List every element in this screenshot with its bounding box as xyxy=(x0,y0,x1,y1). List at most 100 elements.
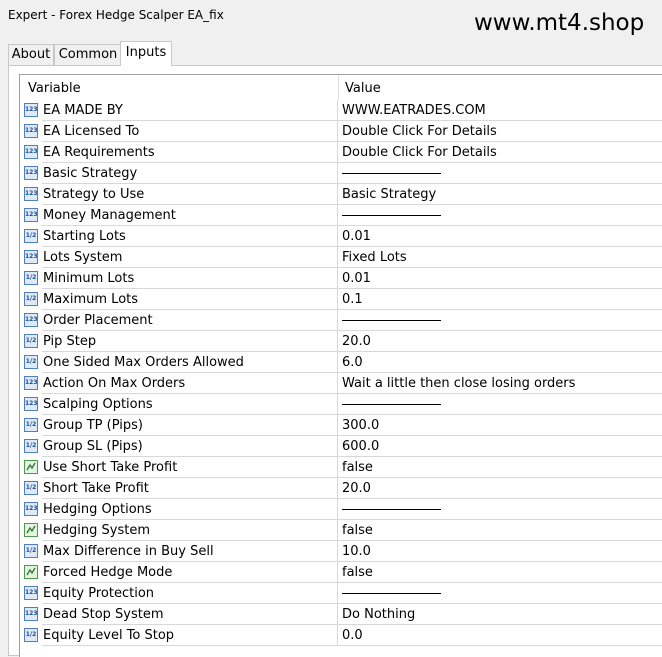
input-row[interactable]: Forced Hedge Mode false xyxy=(20,562,662,583)
input-row[interactable]: Strategy to UseBasic Strategy xyxy=(20,184,662,205)
input-row[interactable]: Equity Level To Stop0.0 xyxy=(20,625,662,646)
column-divider[interactable] xyxy=(338,75,339,100)
input-row[interactable]: Money Management xyxy=(20,205,662,226)
input-value[interactable]: 0.01 xyxy=(338,226,662,247)
double-type-icon xyxy=(24,292,38,306)
input-variable-name: Equity Protection xyxy=(42,583,338,604)
tab-about[interactable]: About xyxy=(8,44,54,65)
input-value[interactable]: Fixed Lots xyxy=(338,247,662,268)
integer-type-icon xyxy=(24,376,38,390)
input-value[interactable]: Double Click For Details xyxy=(338,142,662,163)
input-row[interactable]: EA Licensed ToDouble Click For Details xyxy=(20,121,662,142)
input-row[interactable]: Basic Strategy xyxy=(20,163,662,184)
input-row[interactable]: Order Placement xyxy=(20,310,662,331)
input-value[interactable]: 300.0 xyxy=(338,415,662,436)
input-variable-name: EA Requirements xyxy=(42,142,338,163)
boolean-type-icon xyxy=(24,523,38,537)
input-variable-name: Pip Step xyxy=(42,331,338,352)
boolean-type-icon xyxy=(24,565,38,579)
window-title: Expert - Forex Hedge Scalper EA_fix xyxy=(8,8,224,22)
input-variable-name: Short Take Profit xyxy=(42,478,338,499)
input-row[interactable]: Lots SystemFixed Lots xyxy=(20,247,662,268)
column-header-variable[interactable]: Variable xyxy=(28,81,81,96)
separator-line xyxy=(342,215,441,216)
input-row[interactable]: Starting Lots0.01 xyxy=(20,226,662,247)
input-row[interactable]: Use Short Take Profit false xyxy=(20,457,662,478)
integer-type-icon xyxy=(24,607,38,621)
input-value[interactable]: Do Nothing xyxy=(338,604,662,625)
input-variable-name: Dead Stop System xyxy=(42,604,338,625)
input-row[interactable]: EA MADE BYWWW.EATRADES.COM xyxy=(20,100,662,121)
input-variable-name: Order Placement xyxy=(42,310,338,331)
double-type-icon xyxy=(24,628,38,642)
input-variable-name: Equity Level To Stop xyxy=(42,625,338,646)
double-type-icon xyxy=(24,418,38,432)
input-variable-name: Lots System xyxy=(42,247,338,268)
input-row[interactable]: Minimum Lots0.01 xyxy=(20,268,662,289)
input-row[interactable]: Maximum Lots0.1 xyxy=(20,289,662,310)
double-type-icon xyxy=(24,334,38,348)
separator-line xyxy=(342,509,441,510)
double-type-icon xyxy=(24,271,38,285)
input-value[interactable]: 0.0 xyxy=(338,625,662,646)
input-row[interactable]: Pip Step20.0 xyxy=(20,331,662,352)
boolean-type-icon xyxy=(24,460,38,474)
input-row[interactable]: Max Difference in Buy Sell10.0 xyxy=(20,541,662,562)
input-row[interactable]: Group SL (Pips)600.0 xyxy=(20,436,662,457)
tab-common[interactable]: Common xyxy=(54,44,122,65)
input-variable-name: EA MADE BY xyxy=(42,100,338,121)
input-variable-name: EA Licensed To xyxy=(42,121,338,142)
input-value[interactable]: 20.0 xyxy=(338,331,662,352)
input-variable-name: Scalping Options xyxy=(42,394,338,415)
input-value[interactable]: WWW.EATRADES.COM xyxy=(338,100,662,121)
input-row[interactable]: Action On Max OrdersWait a little then c… xyxy=(20,373,662,394)
input-value[interactable]: 0.01 xyxy=(338,268,662,289)
input-variable-name: Group SL (Pips) xyxy=(42,436,338,457)
input-row[interactable]: Group TP (Pips)300.0 xyxy=(20,415,662,436)
input-row[interactable]: EA RequirementsDouble Click For Details xyxy=(20,142,662,163)
input-row[interactable]: Hedging System false xyxy=(20,520,662,541)
double-type-icon xyxy=(24,229,38,243)
input-value[interactable]: false xyxy=(338,562,662,583)
input-value[interactable]: Wait a little then close losing orders xyxy=(338,373,662,394)
input-variable-name: Hedging Options xyxy=(42,499,338,520)
input-value[interactable]: false xyxy=(338,457,662,478)
input-value[interactable]: 6.0 xyxy=(338,352,662,373)
tab-inputs[interactable]: Inputs xyxy=(120,41,172,66)
input-row[interactable]: Dead Stop SystemDo Nothing xyxy=(20,604,662,625)
separator-line xyxy=(342,404,441,405)
input-variable-name: Starting Lots xyxy=(42,226,338,247)
integer-type-icon xyxy=(24,586,38,600)
integer-type-icon xyxy=(24,145,38,159)
integer-type-icon xyxy=(24,208,38,222)
separator-line xyxy=(342,593,441,594)
integer-type-icon xyxy=(24,502,38,516)
input-row[interactable]: Hedging Options xyxy=(20,499,662,520)
integer-type-icon xyxy=(24,103,38,117)
column-header-value[interactable]: Value xyxy=(345,81,381,96)
input-value[interactable]: Double Click For Details xyxy=(338,121,662,142)
input-variable-name: Max Difference in Buy Sell xyxy=(42,541,338,562)
input-variable-name: One Sided Max Orders Allowed xyxy=(42,352,338,373)
window-titlebar: Expert - Forex Hedge Scalper EA_fix www.… xyxy=(0,0,662,36)
input-variable-name: Use Short Take Profit xyxy=(42,457,338,478)
input-row[interactable]: Scalping Options xyxy=(20,394,662,415)
input-value[interactable]: 0.1 xyxy=(338,289,662,310)
integer-type-icon xyxy=(24,124,38,138)
input-value[interactable]: 20.0 xyxy=(338,478,662,499)
input-value[interactable]: Basic Strategy xyxy=(338,184,662,205)
input-row[interactable]: Short Take Profit20.0 xyxy=(20,478,662,499)
input-row[interactable]: One Sided Max Orders Allowed6.0 xyxy=(20,352,662,373)
double-type-icon xyxy=(24,544,38,558)
input-value[interactable]: 600.0 xyxy=(338,436,662,457)
input-value[interactable]: false xyxy=(338,520,662,541)
input-value[interactable]: 10.0 xyxy=(338,541,662,562)
integer-type-icon xyxy=(24,313,38,327)
input-row[interactable]: Equity Protection xyxy=(20,583,662,604)
input-variable-name: Basic Strategy xyxy=(42,163,338,184)
inputs-grid: Variable Value EA MADE BYWWW.EATRADES.CO… xyxy=(19,74,662,657)
integer-type-icon xyxy=(24,166,38,180)
input-variable-name: Money Management xyxy=(42,205,338,226)
input-variable-name: Maximum Lots xyxy=(42,289,338,310)
input-variable-name: Group TP (Pips) xyxy=(42,415,338,436)
